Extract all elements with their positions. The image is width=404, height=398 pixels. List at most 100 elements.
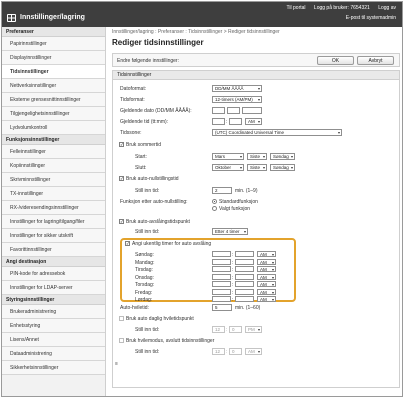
- dst-start-day-select[interactable]: Søndag ▾: [270, 153, 295, 160]
- date-month-field[interactable]: [227, 107, 240, 114]
- daily-sleep-ampm-select[interactable]: PM ▾: [245, 326, 262, 333]
- date-format-select[interactable]: DD/MM ÅÅÅÅ ▾: [212, 85, 262, 92]
- time-ampm-value: AM: [248, 119, 255, 124]
- dst-end-day-select[interactable]: Søndag ▾: [270, 164, 295, 171]
- sleep-end-ampm-select[interactable]: AM ▾: [245, 348, 262, 355]
- portal-link[interactable]: Til portal: [287, 5, 306, 11]
- time-format-select[interactable]: 12-timers (AM/PM) ▾: [212, 96, 262, 103]
- day-ampm-select[interactable]: AM ▾: [257, 266, 276, 272]
- dst-start-week-select[interactable]: Siste ▾: [247, 153, 267, 160]
- sidebar-item-data-mgmt[interactable]: Dataadministrering: [2, 347, 105, 361]
- dst-start-month-value: Mars: [215, 154, 225, 159]
- app-logo-icon: [7, 14, 16, 22]
- auto-reset-function-label: Funksjon etter auto-nullstilling:: [120, 199, 188, 205]
- sidebar-item-device-mgmt[interactable]: Enhetsstyring: [2, 319, 105, 333]
- auto-sleep-time-label: Still inn tid:: [135, 229, 160, 235]
- top-bar: Til portal Logg på bruker: 7654321 Logg …: [2, 2, 402, 27]
- day-time-colon: :: [232, 282, 234, 288]
- auto-sleep-time-select[interactable]: Etter 4 timer ▾: [212, 228, 248, 235]
- sleep-end-time-label: Still inn tid:: [135, 349, 160, 355]
- day-hour-field[interactable]: [212, 258, 231, 265]
- sidebar-item-external-interface[interactable]: Eksterne grensesnittinnstillinger: [2, 93, 105, 107]
- day-minute-field[interactable]: [235, 281, 254, 287]
- timezone-select[interactable]: (UTC) Coordinated Universal Time ▾: [212, 129, 342, 136]
- ok-button[interactable]: OK: [317, 56, 354, 65]
- sidebar-item-tx[interactable]: TX-innstillinger: [2, 187, 105, 201]
- dst-start-month-select[interactable]: Mars ▾: [212, 153, 244, 160]
- sleep-end-checkbox[interactable]: [119, 338, 124, 343]
- dst-end-week-select[interactable]: Siste ▾: [247, 164, 267, 171]
- sleep-end-hour-field[interactable]: 12: [212, 348, 225, 355]
- email-admin-link[interactable]: E-post til systemadmin: [346, 15, 396, 21]
- sleep-end-minute-field[interactable]: 0: [229, 348, 242, 355]
- chevron-down-icon: ▾: [243, 229, 246, 234]
- sleep-end-hour-value: 12: [215, 349, 221, 354]
- chevron-down-icon: ▾: [257, 119, 260, 124]
- day-ampm-select[interactable]: AM ▾: [257, 288, 276, 295]
- day-minute-field[interactable]: [235, 251, 254, 257]
- sidebar-item-secure-print[interactable]: Innstillinger for sikker utskrift: [2, 229, 105, 243]
- day-minute-field[interactable]: [235, 266, 254, 272]
- auto-reset-time-field[interactable]: 2: [212, 187, 232, 194]
- day-hour-field[interactable]: [212, 281, 231, 287]
- weekly-timer-checkbox[interactable]: ✓: [125, 241, 130, 246]
- day-ampm-select[interactable]: AM ▾: [257, 296, 276, 302]
- selected-function-label: Valgt funksjon: [219, 206, 251, 212]
- day-hour-field[interactable]: [212, 266, 231, 272]
- sidebar-item-favorites[interactable]: Favorittinnstillinger: [2, 243, 105, 257]
- dst-checkbox[interactable]: ✓: [119, 142, 124, 147]
- selected-function-radio[interactable]: [212, 206, 217, 211]
- sidebar-item-volume[interactable]: Lydvolumkontroll: [2, 121, 105, 135]
- sidebar-item-display[interactable]: Displayinnstillinger: [2, 51, 105, 65]
- day-minute-field[interactable]: [235, 296, 254, 302]
- auto-sleep-label: Bruk auto-avslåingstidspunkt: [126, 219, 190, 225]
- daily-sleep-checkbox[interactable]: [119, 316, 124, 321]
- day-ampm-select[interactable]: AM ▾: [257, 258, 276, 265]
- day-hour-field[interactable]: [212, 288, 231, 295]
- default-function-radio[interactable]: [212, 199, 217, 204]
- auto-reset-checkbox[interactable]: ✓: [119, 176, 124, 181]
- logout-link[interactable]: Logg av: [378, 5, 396, 11]
- sidebar-item-user-mgmt[interactable]: Brukeradministrering: [2, 305, 105, 319]
- auto-sleep-minutes-field[interactable]: 5: [212, 304, 232, 311]
- day-hour-field[interactable]: [212, 251, 231, 257]
- chevron-down-icon: ▾: [290, 165, 293, 170]
- time-hour-field[interactable]: [212, 118, 225, 125]
- sidebar-item-store-access[interactable]: Innstillinger for lagring/tilgang/filer: [2, 215, 105, 229]
- sidebar-item-copy[interactable]: Kopiinnstillinger: [2, 159, 105, 173]
- chevron-down-icon: ▾: [257, 327, 260, 332]
- daily-sleep-minute-field[interactable]: 0: [229, 326, 242, 333]
- chevron-down-icon: ▾: [239, 154, 242, 159]
- day-minute-field[interactable]: [235, 288, 254, 295]
- chevron-down-icon: ▾: [271, 297, 274, 302]
- day-hour-field[interactable]: [212, 273, 231, 280]
- sidebar-item-rx-forwarding[interactable]: RX-/videresendingsinnstillinger: [2, 201, 105, 215]
- time-minute-field[interactable]: [229, 118, 242, 125]
- sidebar-item-timer[interactable]: Tidsinnstillinger: [2, 65, 105, 79]
- sidebar-item-printer[interactable]: Skrivminnstillinger: [2, 173, 105, 187]
- cancel-button[interactable]: Avbryt: [357, 56, 394, 65]
- scroll-up-icon[interactable]: ≡: [115, 361, 118, 367]
- sidebar-item-security[interactable]: Sikkerhetsinnstillinger: [2, 361, 105, 375]
- sidebar-item-accessibility[interactable]: Tilgjengelighetsinnstillinger: [2, 107, 105, 121]
- sidebar-item-license[interactable]: Lisens/Annet: [2, 333, 105, 347]
- day-hour-field[interactable]: [212, 296, 231, 302]
- day-ampm-select[interactable]: AM ▾: [257, 251, 276, 257]
- dst-end-month-select[interactable]: Oktober ▾: [212, 164, 244, 171]
- date-day-field[interactable]: [212, 107, 225, 114]
- sidebar-item-network[interactable]: Nettverksinnstillinger: [2, 79, 105, 93]
- action-bar: Endre følgende innstillinger: OK Avbryt: [112, 53, 400, 67]
- time-ampm-select[interactable]: AM ▾: [245, 118, 262, 125]
- day-ampm-select[interactable]: AM ▾: [257, 281, 276, 287]
- sidebar-item-address-pin[interactable]: PIN-kode for adressebok: [2, 267, 105, 281]
- date-year-field[interactable]: [242, 107, 262, 114]
- auto-sleep-checkbox[interactable]: ✓: [119, 219, 124, 224]
- day-minute-field[interactable]: [235, 273, 254, 280]
- day-minute-field[interactable]: [235, 258, 254, 265]
- day-label: Mandag:: [135, 259, 155, 266]
- sidebar-item-paper[interactable]: Papirinnstillinger: [2, 37, 105, 51]
- sidebar-item-ldap[interactable]: Innstillinger for LDAP-server: [2, 281, 105, 295]
- day-ampm-select[interactable]: AM ▾: [257, 273, 276, 280]
- sidebar-item-common[interactable]: Felleinnstillinger: [2, 145, 105, 159]
- daily-sleep-hour-field[interactable]: 12: [212, 326, 225, 333]
